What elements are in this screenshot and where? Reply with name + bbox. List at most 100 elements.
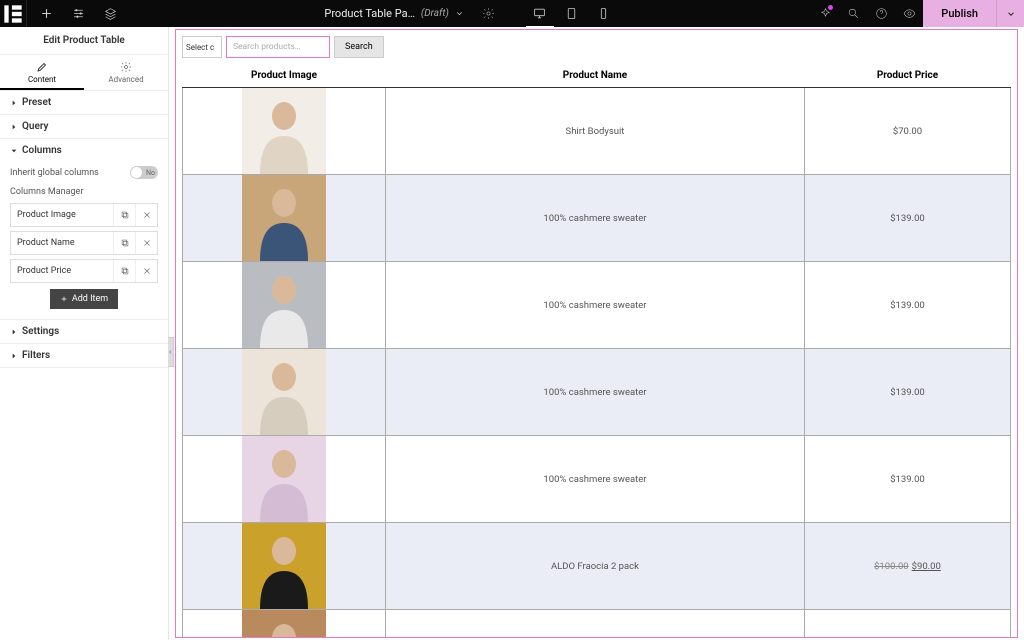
publish-button[interactable]: Publish	[923, 0, 996, 27]
column-item[interactable]: Product Price	[10, 259, 158, 283]
columns-manager-label: Columns Manager	[10, 187, 158, 197]
tab-content-label: Content	[28, 75, 56, 84]
column-remove-button[interactable]	[135, 232, 157, 254]
column-remove-button[interactable]	[135, 204, 157, 226]
caret-right-icon	[10, 99, 18, 107]
product-name-cell[interactable]: 100% cashmere sweater	[386, 175, 805, 262]
site-settings-button[interactable]	[97, 0, 123, 27]
sidebar-collapse-handle[interactable]	[168, 337, 174, 367]
preview-button[interactable]	[895, 0, 923, 27]
device-mobile-button[interactable]	[590, 0, 618, 27]
inherit-global-label: Inherit global columns	[10, 168, 99, 178]
table-row: Sweater with voluminous sleeves$90.00	[183, 610, 1011, 639]
gear-icon	[120, 61, 132, 73]
chevron-down-icon	[455, 9, 464, 18]
sliders-icon	[72, 7, 85, 20]
section-query[interactable]: Query	[0, 115, 168, 139]
section-filters[interactable]: Filters	[0, 344, 168, 368]
toggle-knob	[131, 167, 142, 178]
product-price-cell: $139.00	[804, 436, 1010, 523]
add-widget-button[interactable]	[33, 0, 59, 27]
product-name-cell[interactable]: 100% cashmere sweater	[386, 436, 805, 523]
section-query-label: Query	[22, 121, 49, 132]
product-name-cell[interactable]: Shirt Bodysuit	[386, 88, 805, 175]
column-duplicate-button[interactable]	[113, 232, 135, 254]
product-search-input[interactable]: Search products…	[226, 36, 330, 58]
product-image-cell	[183, 436, 386, 523]
finder-button[interactable]	[839, 0, 867, 27]
product-image[interactable]	[242, 610, 326, 638]
caret-down-icon	[10, 147, 18, 155]
topbar: Product Table Pa… (Draft)	[0, 0, 1024, 27]
product-price-cell: $100.00$90.00	[804, 523, 1010, 610]
product-image-cell	[183, 88, 386, 175]
product-image[interactable]	[242, 262, 326, 348]
section-preset[interactable]: Preset	[0, 91, 168, 115]
product-name-cell[interactable]: 100% cashmere sweater	[386, 349, 805, 436]
page-settings-button[interactable]	[476, 0, 502, 27]
column-remove-button[interactable]	[135, 260, 157, 282]
table-header-row: Product Image Product Name Product Price	[183, 64, 1011, 88]
caret-right-icon	[10, 352, 18, 360]
column-item-label: Product Image	[11, 210, 113, 220]
table-row: ALDO Fraocia 2 pack$100.00$90.00	[183, 523, 1011, 610]
section-settings[interactable]: Settings	[0, 320, 168, 344]
product-image-cell	[183, 610, 386, 639]
table-row: 100% cashmere sweater$139.00	[183, 175, 1011, 262]
page-title-group[interactable]: Product Table Pa… (Draft)	[316, 7, 472, 20]
preview-area: Select c Search products… Search Product…	[169, 27, 1024, 640]
inherit-global-toggle[interactable]: No	[130, 166, 158, 179]
device-desktop-button[interactable]	[526, 0, 554, 27]
product-price-cell: $139.00	[804, 349, 1010, 436]
columns-list: Product Image Product Name Product Price	[10, 203, 158, 283]
close-icon	[142, 238, 152, 248]
column-duplicate-button[interactable]	[113, 204, 135, 226]
publish-dropdown-button[interactable]	[996, 0, 1024, 27]
product-name-cell[interactable]: Sweater with voluminous sleeves	[386, 610, 805, 639]
main: Edit Product Table Content Advanced Pres…	[0, 27, 1024, 640]
column-item[interactable]: Product Name	[10, 231, 158, 255]
sidebar: Edit Product Table Content Advanced Pres…	[0, 27, 169, 640]
mobile-icon	[597, 7, 610, 20]
notifications-button[interactable]	[811, 0, 839, 27]
device-tablet-button[interactable]	[558, 0, 586, 27]
search-icon	[847, 7, 860, 20]
product-image[interactable]	[242, 436, 326, 522]
tab-advanced[interactable]: Advanced	[84, 55, 168, 90]
product-name-cell[interactable]: ALDO Fraocia 2 pack	[386, 523, 805, 610]
tab-content[interactable]: Content	[0, 55, 84, 90]
table-row: 100% cashmere sweater$139.00	[183, 262, 1011, 349]
section-columns-header[interactable]: Columns	[0, 139, 168, 162]
pencil-icon	[36, 61, 48, 73]
add-item-button[interactable]: Add Item	[50, 289, 118, 309]
caret-right-icon	[10, 123, 18, 131]
elementor-logo[interactable]	[0, 0, 27, 27]
header-image: Product Image	[183, 64, 386, 88]
product-image[interactable]	[242, 88, 326, 174]
product-image[interactable]	[242, 175, 326, 261]
toggle-value: No	[146, 169, 155, 177]
section-preset-label: Preset	[22, 97, 51, 108]
device-tabs	[526, 0, 618, 27]
sale-price: $90.00	[912, 561, 941, 572]
structure-button[interactable]	[65, 0, 91, 27]
table-row: 100% cashmere sweater$139.00	[183, 436, 1011, 523]
layers-icon	[104, 7, 117, 20]
search-button[interactable]: Search	[334, 36, 384, 58]
notification-dot	[828, 5, 833, 10]
column-item[interactable]: Product Image	[10, 203, 158, 227]
product-image[interactable]	[242, 523, 326, 609]
topbar-right: Publish	[811, 0, 1024, 27]
desktop-icon	[533, 7, 546, 20]
column-duplicate-button[interactable]	[113, 260, 135, 282]
help-button[interactable]	[867, 0, 895, 27]
product-name-cell[interactable]: 100% cashmere sweater	[386, 262, 805, 349]
table-row: 100% cashmere sweater$139.00	[183, 349, 1011, 436]
category-select[interactable]: Select c	[182, 36, 222, 58]
section-filters-label: Filters	[22, 350, 50, 361]
chevron-left-icon	[168, 348, 173, 356]
widget-frame[interactable]: Select c Search products… Search Product…	[175, 29, 1018, 638]
header-name: Product Name	[386, 64, 805, 88]
product-image[interactable]	[242, 349, 326, 435]
product-price-cell: $90.00	[804, 610, 1010, 639]
